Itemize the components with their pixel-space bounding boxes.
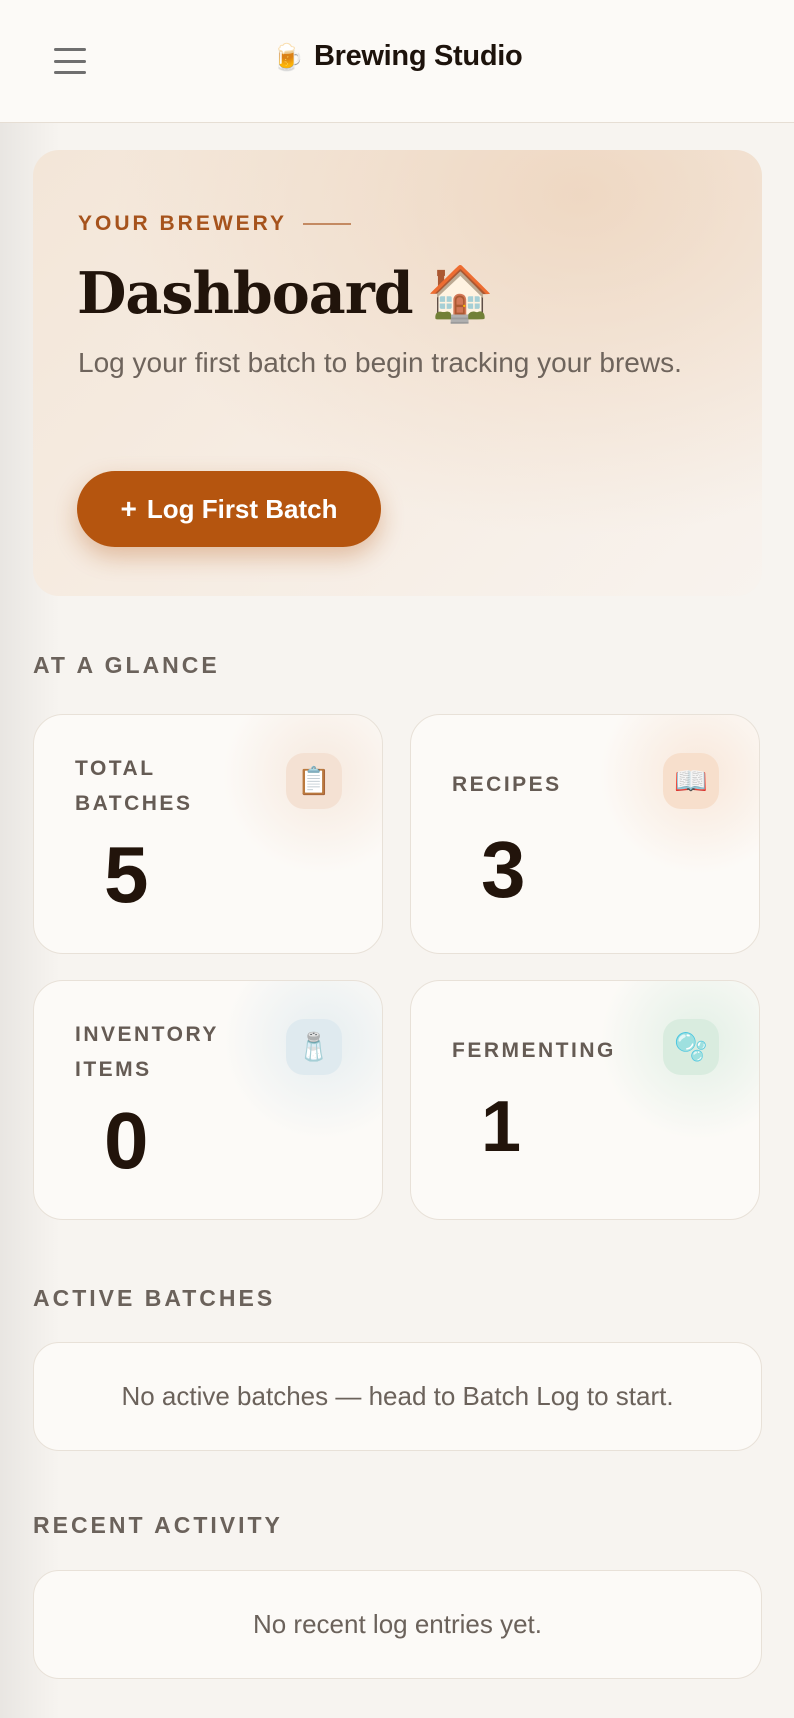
recent-activity-empty-state: No recent log entries yet. xyxy=(33,1570,762,1679)
stat-value: 3 xyxy=(481,825,526,914)
eyebrow-divider xyxy=(303,223,352,225)
eyebrow-text: YOUR BREWERY xyxy=(78,212,288,235)
stat-label: INVENTORY ITEMS xyxy=(75,1023,219,1081)
stat-card-recipes[interactable]: RECIPES 📖 3 xyxy=(410,714,760,954)
stat-card-total-batches[interactable]: TOTAL BATCHES 📋 5 xyxy=(33,714,383,954)
stat-card-fermenting[interactable]: FERMENTING 🫧 1 xyxy=(410,980,760,1220)
plus-icon: + xyxy=(120,493,137,524)
section-label-active-batches: ACTIVE BATCHES xyxy=(33,1285,276,1311)
clipboard-icon: 📋 xyxy=(286,753,342,809)
active-batches-empty-state: No active batches — head to Batch Log to… xyxy=(33,1342,762,1451)
stat-label: TOTAL BATCHES xyxy=(75,757,193,815)
log-first-batch-label: Log First Batch xyxy=(146,493,338,524)
hero-card: YOUR BREWERY Dashboard 🏠 Log your first … xyxy=(33,150,762,596)
jar-icon: 🧂 xyxy=(286,1019,342,1075)
app-title: Brewing Studio xyxy=(313,40,523,72)
bubbles-icon: 🫧 xyxy=(663,1019,719,1075)
section-label-at-a-glance: AT A GLANCE xyxy=(33,652,220,678)
book-icon: 📖 xyxy=(663,753,719,809)
stat-card-inventory-items[interactable]: INVENTORY ITEMS 🧂 0 xyxy=(33,980,383,1220)
stat-label: RECIPES xyxy=(452,773,562,796)
page-title-text: Dashboard xyxy=(77,260,414,327)
house-icon: 🏠 xyxy=(426,261,494,325)
hero-subtitle: Log your first batch to begin tracking y… xyxy=(78,347,682,378)
section-label-recent-activity: RECENT ACTIVITY xyxy=(33,1512,283,1538)
log-first-batch-button[interactable]: + Log First Batch xyxy=(77,471,381,547)
brand: 🍺 Brewing Studio xyxy=(0,40,794,73)
eyebrow: YOUR BREWERY xyxy=(78,212,352,236)
beer-mug-icon: 🍺 xyxy=(271,41,304,72)
stat-label: FERMENTING xyxy=(452,1039,616,1062)
top-bar: 🍺 Brewing Studio xyxy=(0,0,794,123)
page-title: Dashboard 🏠 xyxy=(77,260,494,327)
stat-value: 5 xyxy=(104,830,149,919)
stat-value: 1 xyxy=(481,1087,522,1167)
stat-value: 0 xyxy=(104,1096,149,1185)
